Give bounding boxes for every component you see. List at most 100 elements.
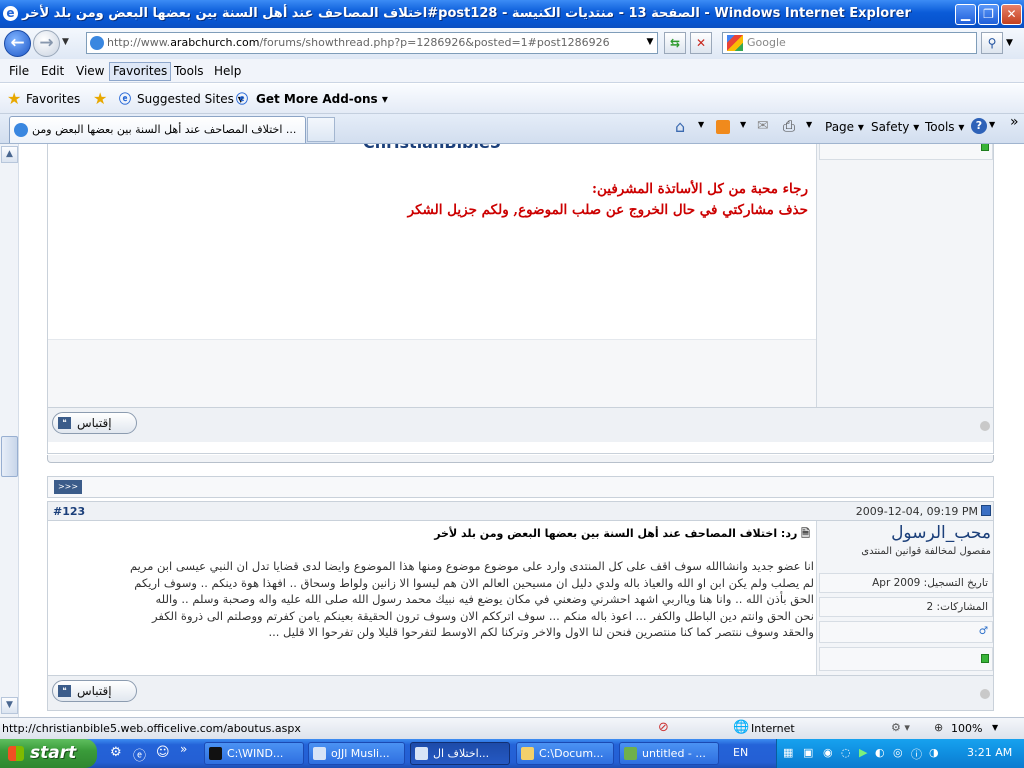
clock[interactable]: 3:21 AM <box>967 746 1012 759</box>
scroll-thumb[interactable] <box>1 436 18 477</box>
tray-display-icon[interactable]: ▣ <box>803 746 813 759</box>
suggested-sites-link[interactable]: Suggested Sites ▾ <box>137 92 244 106</box>
tab-current[interactable]: اختلاف المصاحف عند أهل السنة بين بعضها ا… <box>9 116 306 143</box>
task-documents[interactable]: C:\Docum... <box>516 742 614 765</box>
zoom-level[interactable]: 100% <box>951 722 982 735</box>
window-title: اختلاف المصاحف عند أهل السنة بين بعضها ا… <box>22 6 911 21</box>
favorites-bar: ★ Favorites ★ ⓔ Suggested Sites ▾ ⓔ Get … <box>0 84 1024 114</box>
feeds-icon[interactable] <box>716 120 730 134</box>
new-tab-button[interactable] <box>307 117 335 142</box>
search-options-icon[interactable]: ▼ <box>1006 38 1013 48</box>
cmd-icon <box>209 747 222 760</box>
print-icon[interactable]: ⎙ <box>783 117 795 135</box>
nav-arrows-icon[interactable]: >>> <box>54 480 82 494</box>
ie-link-icon: ⓔ <box>119 92 132 106</box>
post-body: 🗎 رد: اختلاف المصاحف عند أهل السنة بين ب… <box>48 521 816 675</box>
start-button[interactable]: start <box>0 739 97 768</box>
stop-button[interactable]: ✕ <box>690 32 712 54</box>
windows-logo-icon <box>8 746 24 761</box>
favorites-button[interactable]: Favorites <box>26 92 80 106</box>
menu-help[interactable]: Help <box>214 64 241 78</box>
username-link[interactable]: محب_الرسول <box>891 523 991 543</box>
protected-mode-icon[interactable]: ⚙ ▾ <box>891 721 910 734</box>
show-desktop-icon[interactable]: ⚙ <box>110 745 122 760</box>
tray-network-icon[interactable]: ▦ <box>783 746 793 759</box>
tools-menu[interactable]: Tools ▾ <box>925 120 964 134</box>
help-dropdown-icon[interactable]: ▼ <box>989 120 995 129</box>
zoom-dropdown-icon[interactable]: ▼ <box>992 723 998 732</box>
male-icon: ♂ <box>978 625 988 637</box>
quote-button[interactable]: ❝ إقتباس <box>52 680 137 702</box>
signature-banner[interactable]: ChristianBible5 <box>48 144 816 157</box>
home-dropdown-icon[interactable]: ▼ <box>698 120 704 129</box>
task-cmd[interactable]: C:\WIND... <box>204 742 304 765</box>
language-indicator[interactable]: EN <box>733 746 748 759</box>
forward-button[interactable]: → <box>33 30 60 57</box>
close-button[interactable]: ✕ <box>1001 4 1022 25</box>
tray-chat-icon[interactable]: ◌ <box>841 746 851 759</box>
safety-menu[interactable]: Safety ▾ <box>871 120 919 134</box>
page-menu[interactable]: Page ▾ <box>825 120 864 134</box>
online-status-icon <box>981 144 989 151</box>
scroll-down-icon[interactable]: ▼ <box>1 697 18 714</box>
tab-bar: اختلاف المصاحف عند أهل السنة بين بعضها ا… <box>0 114 1024 144</box>
gender-box: ♂ <box>819 621 993 643</box>
back-button[interactable]: ← <box>4 30 31 57</box>
home-icon[interactable]: ⌂ <box>675 117 685 136</box>
get-addons-link[interactable]: Get More Add-ons ▾ <box>256 92 388 106</box>
tray-info-icon[interactable]: ⓘ <box>911 746 922 762</box>
menu-file[interactable]: File <box>9 64 29 78</box>
refresh-button[interactable]: ⇆ <box>664 32 686 54</box>
status-box <box>819 647 993 671</box>
more-tools-icon[interactable]: » <box>1010 114 1019 130</box>
google-icon <box>727 35 743 51</box>
post-123: #123 2009-12-04, 09:19 PM 🗎 رد: اختلاف ا… <box>47 501 994 711</box>
tray-media-icon[interactable]: ◑ <box>929 746 939 759</box>
post-number[interactable]: #123 <box>53 505 85 518</box>
tray-shield-icon[interactable]: ◉ <box>823 746 833 759</box>
history-dropdown-icon[interactable]: ▼ <box>62 37 69 47</box>
tray-play-icon[interactable]: ▶ <box>859 746 867 759</box>
task-paint[interactable]: untitled - ... <box>619 742 719 765</box>
task-musli[interactable]: oJJl Musli... <box>308 742 405 765</box>
magnifier-icon: ⚲ <box>987 36 997 50</box>
tray-app-icon[interactable]: ◎ <box>893 746 903 759</box>
signature-line-2: حذف مشاركتي في حال الخروج عن صلب الموضوع… <box>407 202 808 218</box>
messenger-icon[interactable]: ☺ <box>156 745 170 760</box>
status-bar: http://christianbible5.web.officelive.co… <box>0 717 1024 739</box>
popup-blocked-icon[interactable]: ⊘ <box>658 720 669 735</box>
minimize-button[interactable]: ▁ <box>955 4 976 25</box>
post-sidebar: محب_الرسول مفصول لمخالفة قوانين المنتدى … <box>816 521 993 675</box>
help-icon[interactable]: ? <box>971 118 987 134</box>
task-ie[interactable]: اختلاف ال... <box>410 742 510 765</box>
scroll-up-icon[interactable]: ▲ <box>1 146 18 163</box>
report-icon[interactable] <box>980 421 990 431</box>
menu-favorites[interactable]: Favorites <box>109 62 172 81</box>
report-icon[interactable] <box>980 689 990 699</box>
zoom-icon: ⊕ <box>934 721 944 734</box>
menu-view[interactable]: View <box>76 64 104 78</box>
print-dropdown-icon[interactable]: ▼ <box>806 120 812 129</box>
restore-button[interactable]: ❐ <box>978 4 999 25</box>
favorites-star-icon: ★ <box>7 89 22 108</box>
post-previous: ChristianBible5 رجاء محبة من كل الأساتذة… <box>47 144 994 454</box>
add-favorite-icon[interactable]: ★ <box>93 89 107 108</box>
search-button[interactable]: ⚲ <box>981 32 1003 54</box>
mail-icon[interactable]: ✉ <box>757 118 769 134</box>
menu-tools[interactable]: Tools <box>174 64 204 78</box>
address-dropdown-icon[interactable]: ▼ <box>642 32 658 54</box>
quote-button[interactable]: ❝ إقتباس <box>52 412 137 434</box>
tray-volume-icon[interactable]: ◐ <box>875 746 885 759</box>
post-header: #123 2009-12-04, 09:19 PM <box>48 502 993 521</box>
post-sidebar <box>816 144 993 407</box>
back-arrow-icon: ← <box>10 33 25 53</box>
address-input[interactable]: http://www.arabchurch.com/forums/showthr… <box>86 32 658 54</box>
quicklaunch-ie-icon[interactable]: ⓔ <box>133 745 146 764</box>
feeds-dropdown-icon[interactable]: ▼ <box>740 120 746 129</box>
vertical-scrollbar[interactable]: ▲ ▼ <box>0 144 19 717</box>
status-link: http://christianbible5.web.officelive.co… <box>2 722 301 735</box>
quicklaunch-more-icon[interactable]: » <box>180 742 187 756</box>
menu-edit[interactable]: Edit <box>41 64 64 78</box>
search-input[interactable]: Google <box>722 32 977 54</box>
post-icon <box>981 505 991 516</box>
